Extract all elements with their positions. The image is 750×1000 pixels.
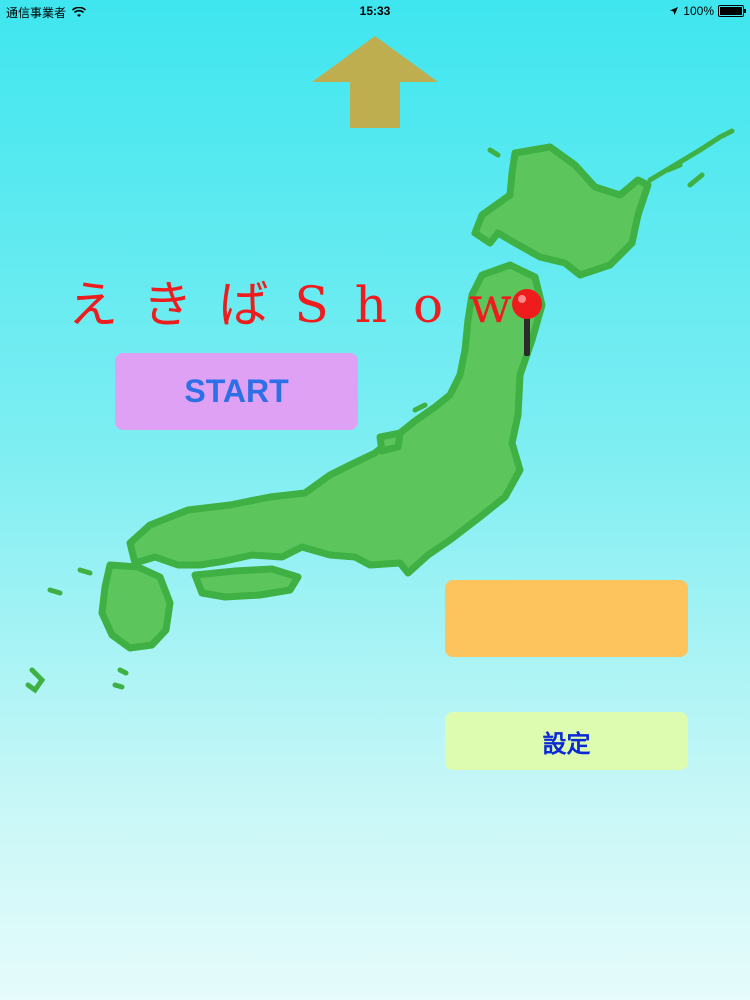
settings-button[interactable]: 設定 <box>445 712 688 770</box>
battery-icon <box>718 5 746 17</box>
up-arrow-icon[interactable] <box>312 36 438 128</box>
battery-fill <box>720 7 742 15</box>
map-pin-icon <box>512 289 542 356</box>
status-time: 15:33 <box>359 4 391 18</box>
orange-button[interactable] <box>445 580 688 657</box>
app-title: えきばShow <box>68 276 538 334</box>
status-bar: 通信事業者 15:33 100% <box>0 0 750 22</box>
location-arrow-icon <box>670 7 679 15</box>
status-right: 100% <box>669 4 746 18</box>
battery-percent: 100% <box>683 4 714 18</box>
start-button[interactable]: START <box>115 353 358 430</box>
